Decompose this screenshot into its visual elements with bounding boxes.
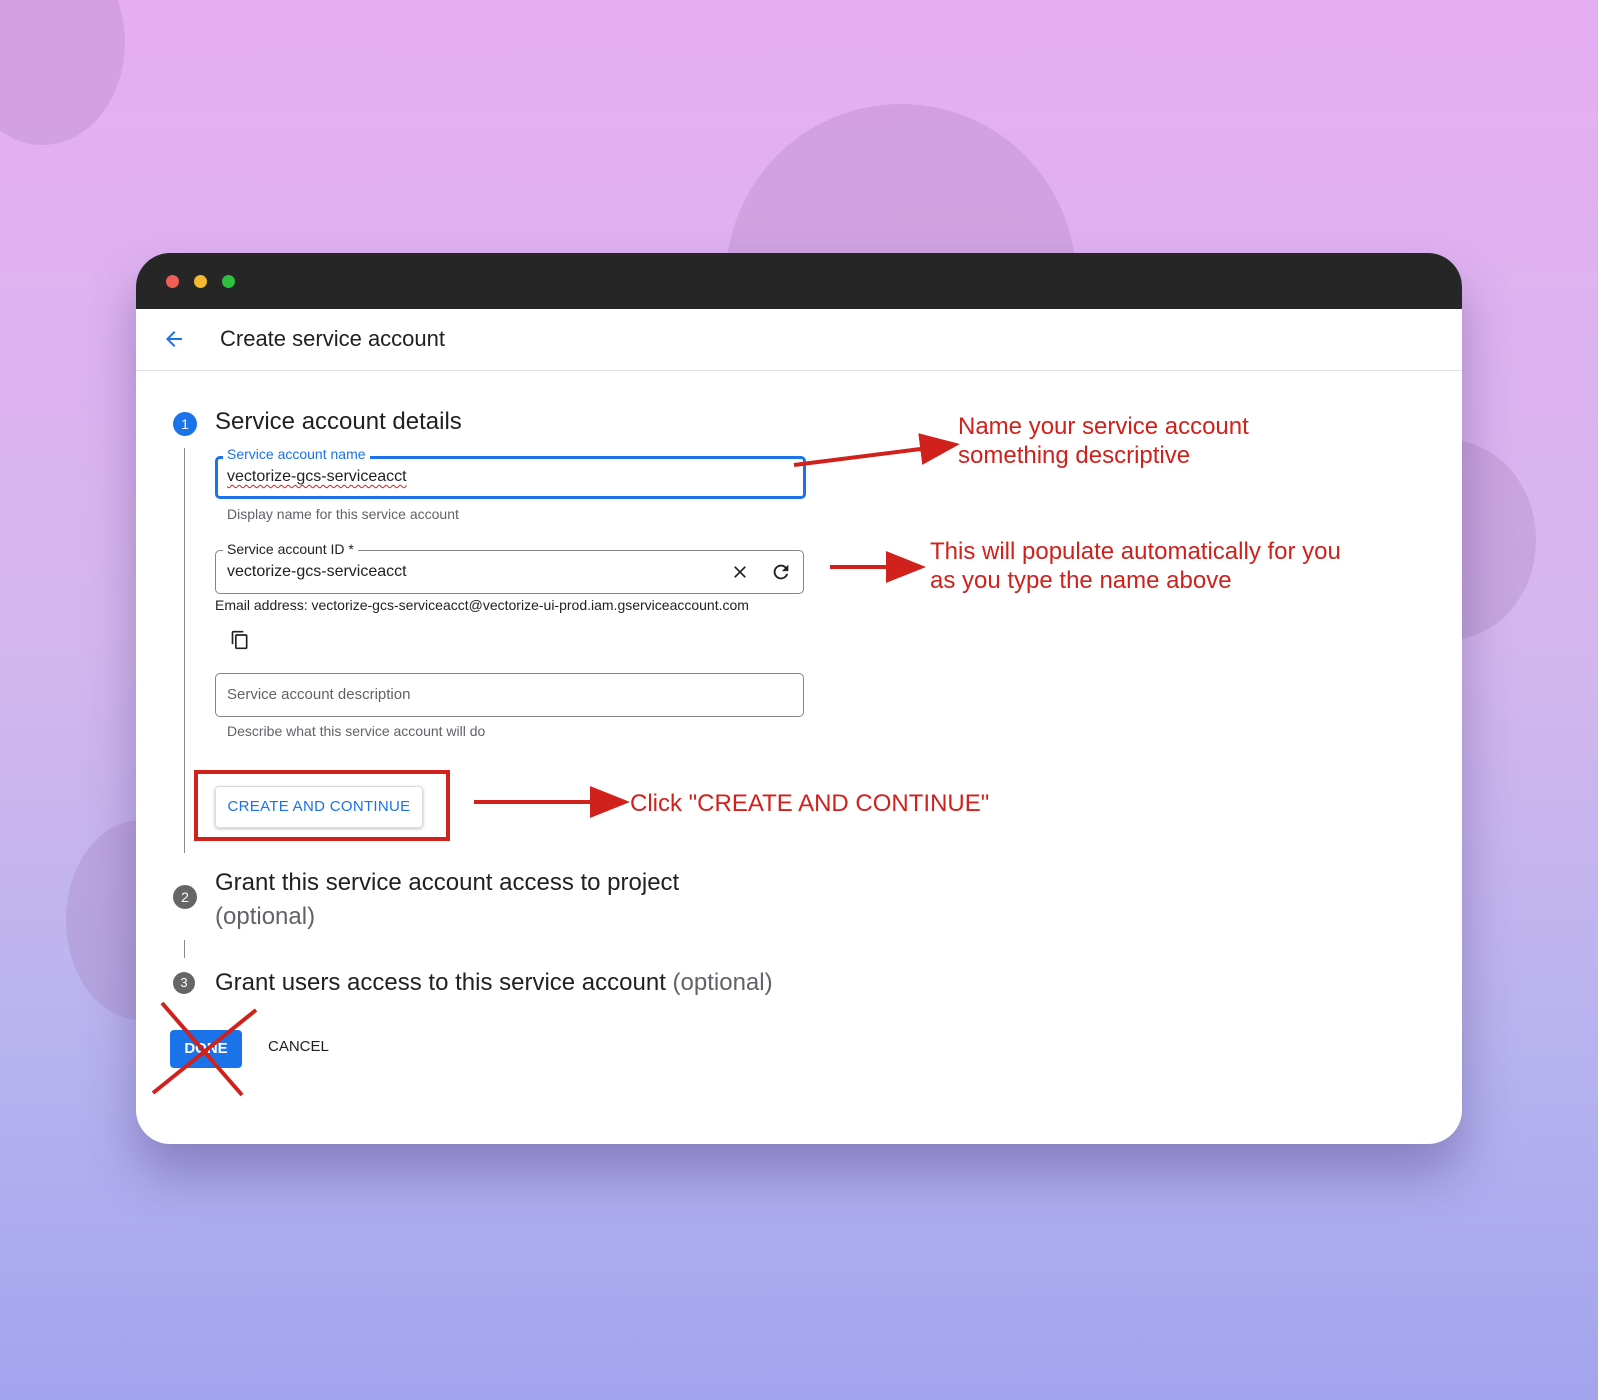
service-account-id-value: vectorize-gcs-serviceacct xyxy=(227,563,407,580)
annotation-click-note: Click "CREATE AND CONTINUE" xyxy=(630,790,990,817)
step-connector xyxy=(184,940,185,958)
refresh-icon[interactable] xyxy=(770,561,792,588)
annotation-name-note-line1: Name your service account xyxy=(958,413,1249,440)
service-account-id-label: Service account ID * xyxy=(223,541,358,557)
step-3-title[interactable]: Grant users access to this service accou… xyxy=(215,969,773,997)
service-account-name-hint: Display name for this service account xyxy=(227,506,459,522)
create-and-continue-button[interactable]: CREATE AND CONTINUE xyxy=(215,786,423,828)
step-2-indicator: 2 xyxy=(173,885,197,909)
clear-icon[interactable] xyxy=(730,562,750,587)
copy-icon[interactable] xyxy=(230,630,250,655)
step-1-title: Service account details xyxy=(215,408,462,435)
service-account-name-label: Service account name xyxy=(223,446,370,462)
step-2-optional-label: (optional) xyxy=(215,903,316,930)
step-3-indicator: 3 xyxy=(173,972,195,994)
annotation-id-note-line2: as you type the name above xyxy=(930,567,1232,594)
step-2-title[interactable]: Grant this service account access to pro… xyxy=(215,866,775,934)
service-account-description-placeholder: Service account description xyxy=(227,686,411,703)
done-button[interactable]: DONE xyxy=(170,1030,242,1068)
step-2-title-text: Grant this service account access to pro… xyxy=(215,869,680,896)
annotation-id-note: This will populate automatically for you… xyxy=(930,537,1341,595)
annotation-id-note-line1: This will populate automatically for you xyxy=(930,538,1341,565)
service-account-name-value: vectorize-gcs-serviceacct xyxy=(227,468,407,485)
annotation-name-note: Name your service account something desc… xyxy=(958,412,1249,470)
step-3-title-text: Grant users access to this service accou… xyxy=(215,969,666,996)
email-address-text: Email address: vectorize-gcs-serviceacct… xyxy=(215,597,749,613)
annotation-name-note-line2: something descriptive xyxy=(958,442,1191,469)
step-connector xyxy=(184,448,185,853)
service-account-description-hint: Describe what this service account will … xyxy=(227,723,486,739)
annotation-arrow-name xyxy=(793,433,960,467)
step-1-indicator: 1 xyxy=(173,412,197,436)
cancel-button[interactable]: CANCEL xyxy=(268,1038,329,1055)
step-3-optional-label: (optional) xyxy=(672,969,773,996)
